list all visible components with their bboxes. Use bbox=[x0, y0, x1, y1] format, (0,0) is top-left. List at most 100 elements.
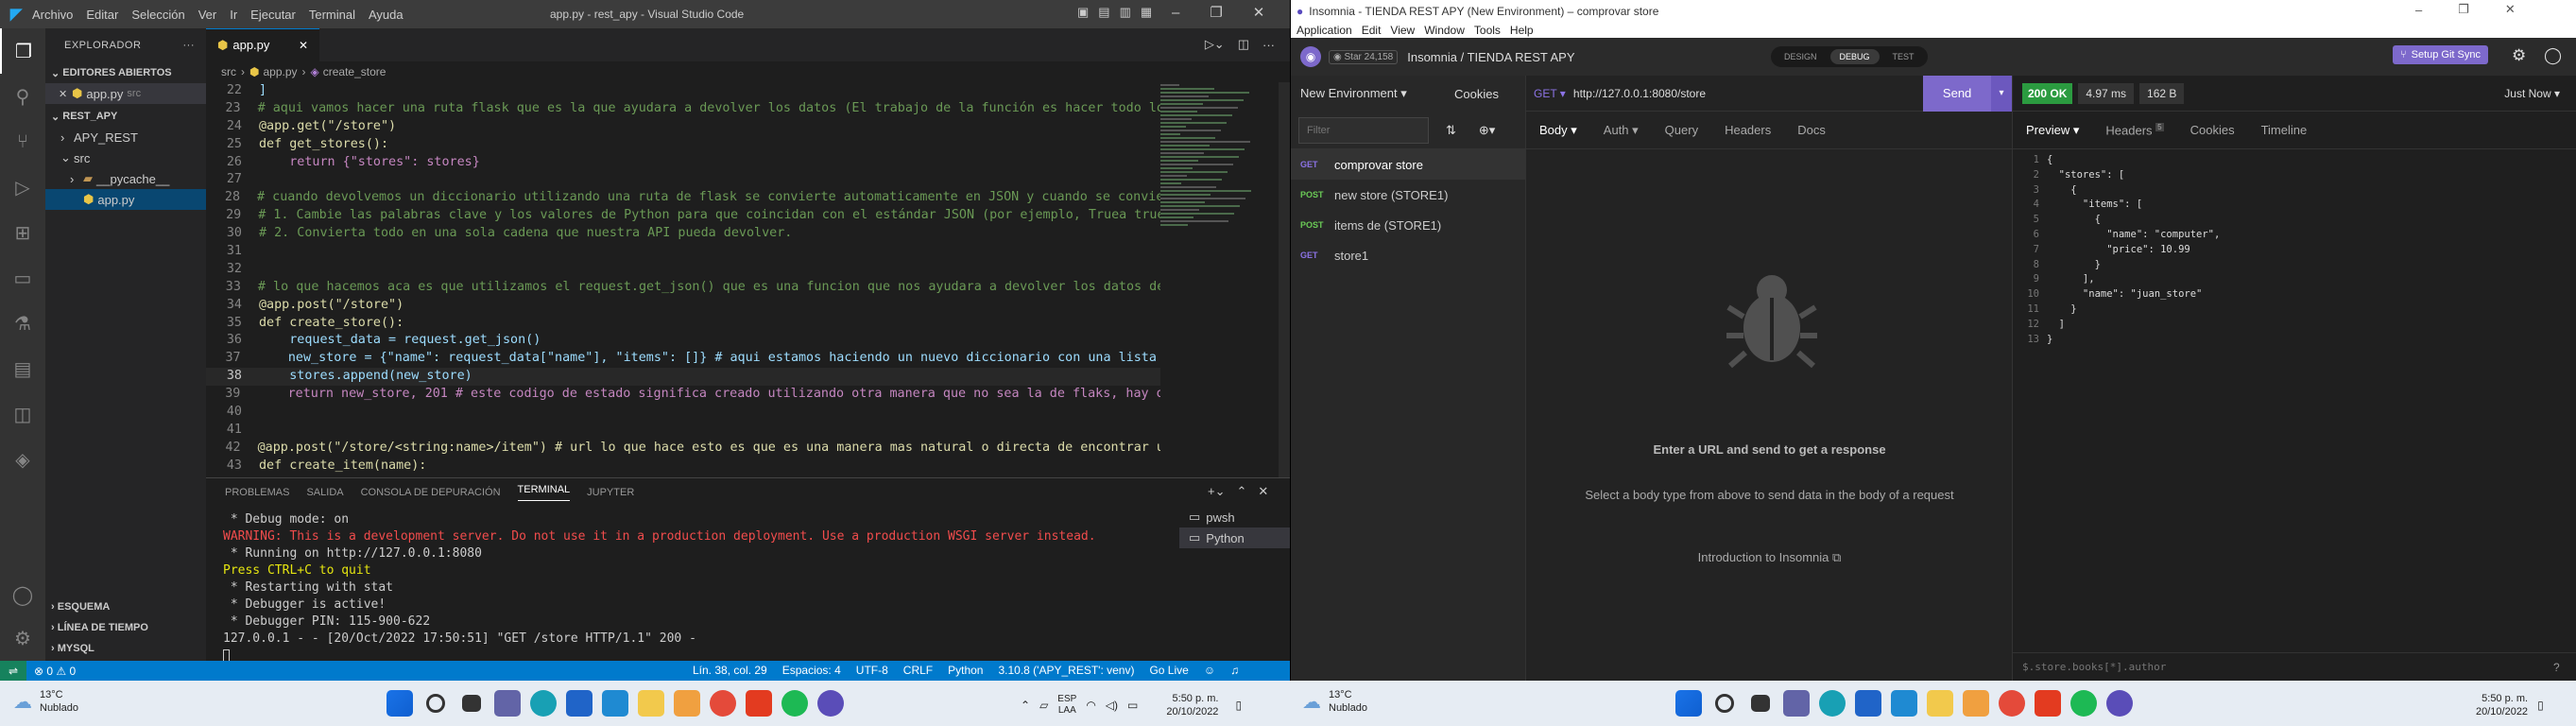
code-line[interactable]: 36 request_data = request.get_json() bbox=[206, 332, 1160, 350]
help-icon[interactable]: ? bbox=[2553, 661, 2560, 674]
code-line[interactable]: 38 stores.append(new_store) bbox=[206, 368, 1160, 387]
request-item[interactable]: GET store1 bbox=[1291, 240, 1525, 270]
split-editor-icon[interactable]: ◫ bbox=[1238, 37, 1249, 52]
github-star-button[interactable]: ◉ Star 24,158 bbox=[1329, 49, 1399, 64]
menu-editar[interactable]: Editar bbox=[86, 8, 118, 22]
tab-jupyter[interactable]: JUPYTER bbox=[587, 487, 634, 498]
code-line[interactable]: 33 # lo que hacemos aca es que utilizamos… bbox=[206, 279, 1160, 297]
workspace-breadcrumb[interactable]: Insomnia / TIENDA REST APY bbox=[1407, 50, 1574, 64]
tab-auth[interactable]: Auth ▾ bbox=[1590, 123, 1652, 138]
show-hidden-icons[interactable]: ⌃ bbox=[1021, 699, 1030, 712]
more-actions-icon[interactable]: ··· bbox=[1262, 38, 1275, 52]
minimize-icon[interactable]: – bbox=[2415, 3, 2422, 17]
status-language[interactable]: Python bbox=[948, 664, 983, 677]
code-line[interactable]: 31 bbox=[206, 243, 1160, 261]
status-eol[interactable]: CRLF bbox=[903, 664, 933, 677]
close-panel-icon[interactable]: ✕ bbox=[1258, 484, 1268, 499]
tab-headers[interactable]: Headers 5 bbox=[2092, 122, 2176, 137]
testing-icon[interactable]: ⚗ bbox=[0, 301, 45, 346]
project-section[interactable]: ⌄ REST_APY bbox=[45, 106, 206, 127]
teams-chat-icon[interactable] bbox=[1783, 690, 1810, 717]
docker-icon[interactable]: ◈ bbox=[0, 437, 45, 482]
maximize-icon[interactable]: ❐ bbox=[2458, 2, 2469, 17]
status-encoding[interactable]: UTF-8 bbox=[856, 664, 888, 677]
response-json-viewer[interactable]: 1{2 "stores": [3 {4 "items": [5 {6 "name… bbox=[2013, 149, 2576, 347]
layout-panel-icon[interactable]: ▤ bbox=[1098, 5, 1109, 20]
file-explorer-icon[interactable] bbox=[638, 690, 664, 717]
weather-widget-2[interactable]: ☁ 13°C Nublado bbox=[1302, 688, 1367, 715]
code-line[interactable]: 23 # aqui vamos hacer una ruta flask que … bbox=[206, 100, 1160, 118]
close-icon[interactable]: ✕ bbox=[299, 39, 308, 52]
tab-docs[interactable]: Docs bbox=[1784, 123, 1839, 137]
menu-application[interactable]: Application bbox=[1297, 24, 1352, 37]
code-line[interactable]: 22] bbox=[206, 82, 1160, 100]
tab-cookies[interactable]: Cookies bbox=[2177, 123, 2248, 137]
insomnia-taskbar-icon[interactable] bbox=[2106, 690, 2133, 717]
menu-seleccion[interactable]: Selección bbox=[131, 8, 184, 22]
explorer-icon[interactable]: ❐ bbox=[0, 28, 45, 74]
menu-ver[interactable]: Ver bbox=[198, 8, 217, 22]
insomnia-home-icon[interactable]: ◉ bbox=[1300, 46, 1321, 67]
menu-help[interactable]: Help bbox=[1510, 24, 1534, 37]
task-view-icon[interactable] bbox=[1751, 695, 1770, 712]
add-terminal-icon[interactable]: +⌄ bbox=[1208, 484, 1225, 499]
notifications-icon[interactable]: ♫ bbox=[1230, 664, 1239, 677]
menu-edit[interactable]: Edit bbox=[1362, 24, 1382, 37]
tree-folder-pycache[interactable]: › ▰ __pycache__ bbox=[45, 168, 206, 189]
vscode-taskbar-icon[interactable] bbox=[602, 690, 628, 717]
filter-input[interactable] bbox=[1298, 116, 1429, 144]
more-actions-icon[interactable]: ··· bbox=[183, 40, 196, 51]
tab-terminal[interactable]: TERMINAL bbox=[517, 484, 571, 501]
menu-ayuda[interactable]: Ayuda bbox=[369, 8, 404, 22]
tab-salida[interactable]: SALIDA bbox=[306, 487, 343, 498]
teams-chat-icon[interactable] bbox=[494, 690, 521, 717]
maximize-icon[interactable]: ❐ bbox=[1210, 4, 1222, 21]
feedback-icon[interactable]: ☺ bbox=[1204, 664, 1215, 677]
request-item[interactable]: POST items de (STORE1) bbox=[1291, 210, 1525, 240]
menu-terminal[interactable]: Terminal bbox=[309, 8, 355, 22]
search-icon[interactable] bbox=[426, 694, 445, 713]
code-line[interactable]: 25 def get_stores(): bbox=[206, 136, 1160, 154]
mail-icon[interactable] bbox=[566, 690, 592, 717]
environment-dropdown[interactable]: New Environment ▾ bbox=[1300, 86, 1407, 101]
clock[interactable]: 5:50 p. m. 20/10/2022 bbox=[1166, 692, 1218, 718]
remote-explorer-icon[interactable]: ▭ bbox=[0, 255, 45, 301]
run-debug-icon[interactable]: ▷ bbox=[0, 164, 45, 210]
layout-custom-icon[interactable]: ▦ bbox=[1141, 5, 1152, 20]
spotify-icon[interactable] bbox=[781, 690, 808, 717]
settings-gear-icon[interactable]: ⚙ bbox=[0, 615, 45, 661]
problems-status[interactable]: ⊗ 0 ⚠ 0 bbox=[34, 665, 76, 678]
file-explorer-icon[interactable] bbox=[1927, 690, 1953, 717]
mode-design[interactable]: DESIGN bbox=[1775, 49, 1827, 64]
spotify-icon[interactable] bbox=[2070, 690, 2097, 717]
status-go-live[interactable]: Go Live bbox=[1149, 664, 1188, 677]
mode-debug[interactable]: DEBUG bbox=[1829, 49, 1880, 64]
request-item[interactable]: GET comprovar store bbox=[1291, 149, 1525, 180]
response-filter-input[interactable] bbox=[2022, 661, 2533, 673]
menu-view[interactable]: View bbox=[1390, 24, 1415, 37]
url-input[interactable] bbox=[1572, 79, 1924, 107]
code-line[interactable]: 27 bbox=[206, 171, 1160, 189]
vscode-taskbar-icon[interactable] bbox=[1891, 690, 1917, 717]
close-icon[interactable]: ✕ bbox=[1253, 4, 1265, 21]
edge-icon[interactable] bbox=[1819, 690, 1846, 717]
code-line[interactable]: 37 new_store = {"name": request_data["na… bbox=[206, 350, 1160, 368]
extensions-icon[interactable]: ⊞ bbox=[0, 210, 45, 255]
request-item[interactable]: POST new store (STORE1) bbox=[1291, 180, 1525, 210]
code-line[interactable]: 34 @app.post("/store") bbox=[206, 297, 1160, 315]
wifi-icon[interactable]: ◠ bbox=[1086, 699, 1095, 712]
breadcrumb-symbol[interactable]: create_store bbox=[323, 65, 386, 78]
mail-icon[interactable] bbox=[1855, 690, 1881, 717]
language-indicator[interactable]: ESP LAA bbox=[1057, 694, 1076, 717]
code-line[interactable]: 35 def create_store(): bbox=[206, 315, 1160, 333]
tab-app-py[interactable]: ⬢ app.py ✕ bbox=[206, 28, 319, 61]
tree-folder-apy-rest[interactable]: › APY_REST bbox=[45, 127, 206, 147]
layout-toggle-icon[interactable]: ▣ bbox=[1077, 5, 1089, 20]
code-line[interactable]: 42 @app.post("/store/<string:name>/item")… bbox=[206, 440, 1160, 458]
timeline-section[interactable]: › LÍNEA DE TIEMPO bbox=[45, 617, 206, 638]
terminal-output[interactable]: * Debug mode: on WARNING: This is a devel… bbox=[223, 511, 1177, 663]
minimap[interactable] bbox=[1160, 82, 1279, 477]
tree-folder-src[interactable]: ⌄ src bbox=[45, 147, 206, 168]
tab-query[interactable]: Query bbox=[1652, 123, 1711, 137]
volume-icon[interactable]: ◁) bbox=[1106, 699, 1118, 712]
